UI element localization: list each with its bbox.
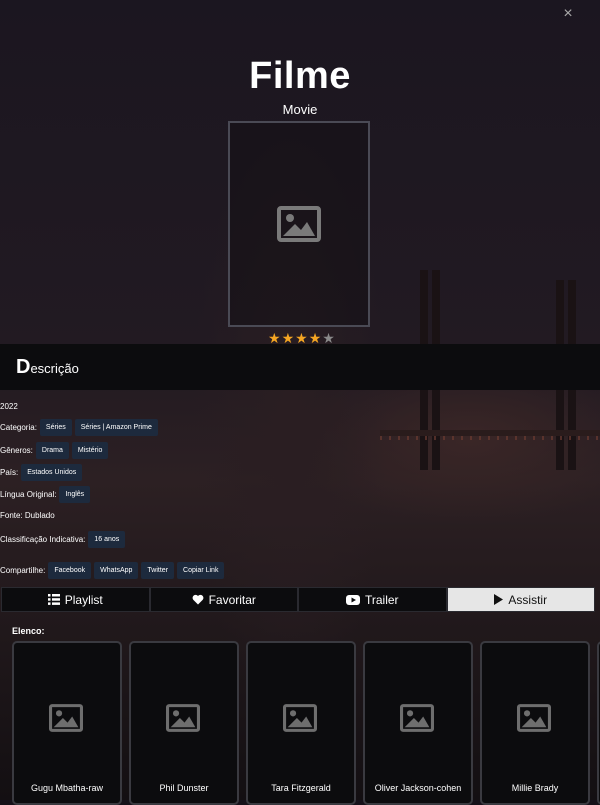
generos-label: Gêneros:: [0, 445, 33, 455]
cast-photo: [517, 704, 551, 737]
lingua-tags: Inglês: [59, 486, 93, 503]
info-lingua: Língua Original: Inglês: [0, 486, 93, 503]
classificacao-tags: 16 anos: [88, 531, 128, 548]
info-generos: Gêneros: Drama Mistério: [0, 442, 111, 459]
image-placeholder-icon: [400, 704, 434, 732]
tag: 16 anos: [88, 531, 126, 548]
cast-name: Gugu Mbatha-raw: [30, 783, 104, 793]
list-icon: [47, 594, 60, 605]
youtube-icon: [345, 594, 360, 605]
image-placeholder-icon: [283, 704, 317, 732]
tag: Séries: [39, 419, 72, 436]
image-placeholder-icon: [277, 206, 321, 242]
action-bar: Playlist Favoritar Trailer Assistir: [1, 587, 595, 612]
favoritar-label: Favoritar: [208, 592, 256, 607]
share-button[interactable]: Twitter: [141, 562, 175, 579]
cast-list: Gugu Mbatha-raw Phil Dunster Tara Fitzgera…: [12, 641, 600, 805]
play-icon: [494, 594, 504, 605]
cast-card[interactable]: Tara Fitzgerald: [246, 641, 356, 805]
info-fonte: Fonte: Dublado: [0, 511, 55, 520]
compartilhe-label: Compartilhe:: [0, 565, 46, 575]
pais-tags: Estados Unidos: [21, 464, 85, 481]
pais-label: País:: [0, 467, 19, 477]
cast-photo: [166, 704, 200, 737]
cast-card[interactable]: Phil Dunster: [129, 641, 239, 805]
generos-tags: Drama Mistério: [35, 442, 112, 459]
assistir-label: Assistir: [508, 592, 548, 607]
favoritar-button[interactable]: Favoritar: [149, 587, 298, 612]
info-classificacao: Classificação Indicativa: 16 anos: [0, 531, 128, 548]
description-heading: escrição: [30, 361, 79, 376]
info-compartilhe: Compartilhe: Facebook WhatsApp Twitter Copia…: [0, 562, 227, 579]
info-pais: País: Estados Unidos: [0, 464, 85, 481]
image-placeholder-icon: [166, 704, 200, 732]
media-type: Movie: [282, 102, 318, 117]
classificacao-label: Classificação Indicativa:: [0, 534, 86, 544]
poster: [228, 121, 370, 327]
share-buttons: Facebook WhatsApp Twitter Copiar Link: [48, 562, 227, 579]
description-heading-initial: D: [16, 356, 31, 378]
tag: Séries | Amazon Prime: [74, 419, 158, 436]
info-categoria: Categoria: Séries Séries | Amazon Prime: [0, 419, 161, 436]
star-icon: ★: [281, 330, 295, 346]
cast-name: Tara Fitzgerald: [271, 783, 331, 793]
trailer-label: Trailer: [364, 592, 399, 607]
cast-name: Phil Dunster: [159, 783, 209, 793]
lingua-label: Língua Original:: [0, 489, 57, 499]
trailer-button[interactable]: Trailer: [298, 587, 447, 612]
star-icon: ★: [295, 330, 308, 346]
tag: Estados Unidos: [21, 464, 83, 481]
cast-label: Elenco:: [12, 626, 45, 636]
cast-photo: [400, 704, 434, 737]
star-icon: ★: [308, 330, 322, 346]
playlist-button[interactable]: Playlist: [1, 587, 150, 612]
close-icon[interactable]: ×: [560, 5, 576, 23]
cast-photo: [49, 704, 83, 737]
tag: Inglês: [59, 486, 91, 503]
categoria-label: Categoria:: [0, 422, 37, 432]
rating-stars: ★ ★ ★ ★ ★: [268, 331, 335, 345]
info-year: 2022: [0, 402, 18, 411]
description-header: Descrição: [0, 344, 600, 390]
cast-name: Oliver Jackson-cohen: [374, 783, 462, 793]
cast-name: Millie Brady: [511, 783, 559, 793]
star-icon: ★: [322, 330, 335, 346]
star-icon: ★: [268, 330, 281, 346]
image-placeholder-icon: [49, 704, 83, 732]
image-placeholder-icon: [517, 704, 551, 732]
cast-photo: [283, 704, 317, 737]
heart-icon: [192, 594, 203, 605]
playlist-label: Playlist: [64, 592, 103, 607]
assistir-button[interactable]: Assistir: [446, 587, 595, 612]
share-button[interactable]: Copiar Link: [177, 562, 225, 579]
page-title: Filme: [249, 55, 351, 97]
tag: Mistério: [71, 442, 109, 459]
tag: Drama: [35, 442, 69, 459]
share-button[interactable]: WhatsApp: [94, 562, 139, 579]
share-button[interactable]: Facebook: [48, 562, 92, 579]
cast-card[interactable]: Gugu Mbatha-raw: [12, 641, 122, 805]
cast-card[interactable]: Oliver Jackson-cohen: [363, 641, 473, 805]
categoria-tags: Séries Séries | Amazon Prime: [39, 419, 161, 436]
cast-card[interactable]: Millie Brady: [480, 641, 590, 805]
